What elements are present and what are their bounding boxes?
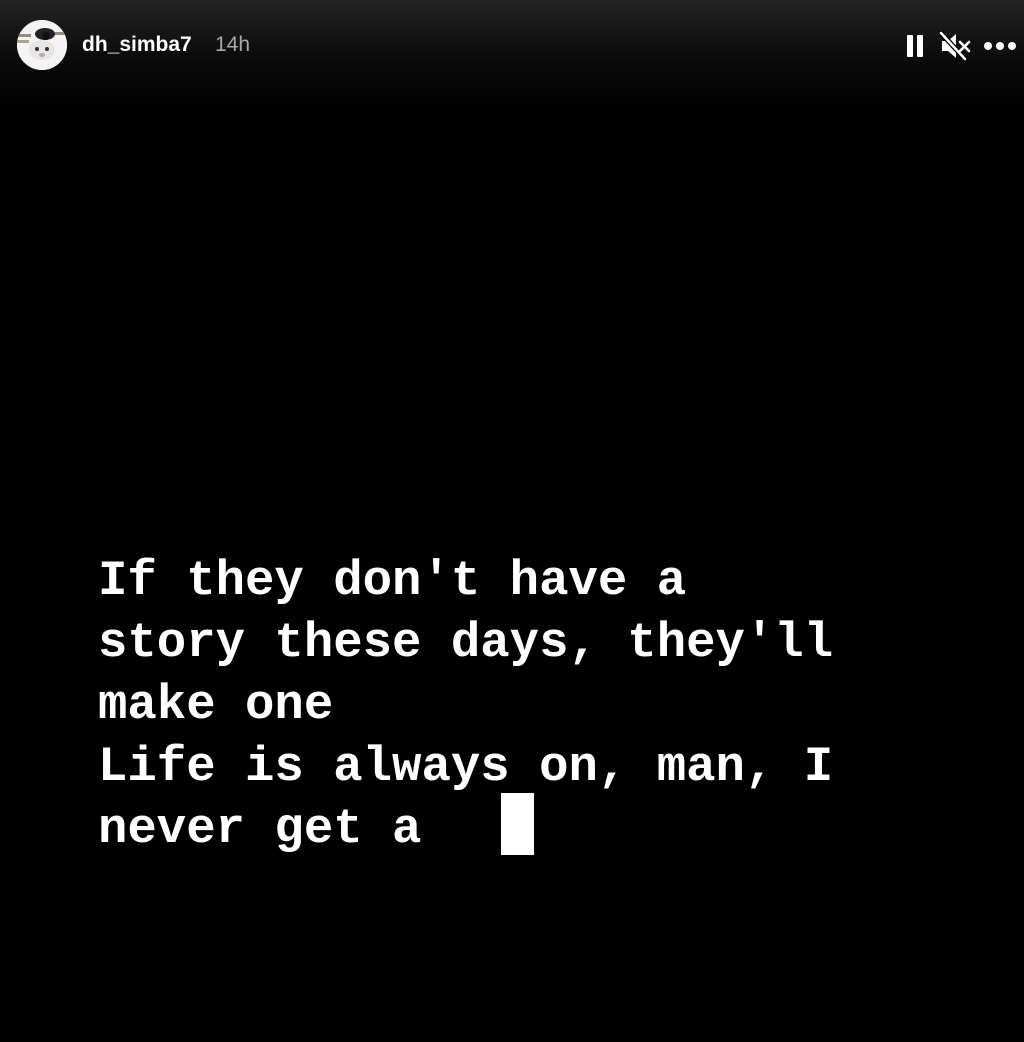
text-cursor-block xyxy=(501,793,534,855)
username[interactable]: dh_simba7 xyxy=(82,30,192,60)
story-line: never get a xyxy=(98,801,422,857)
story-line: If they don't have a xyxy=(98,553,687,609)
mute-button[interactable] xyxy=(936,27,974,65)
speaker-muted-icon xyxy=(939,31,971,61)
more-horizontal-icon xyxy=(984,42,1016,50)
story-line: make one xyxy=(98,677,334,733)
pause-icon xyxy=(907,35,923,57)
story-text: If they don't have a story these days, th… xyxy=(98,550,978,860)
story-viewer[interactable]: dh_simba7 14h If they don't have a story… xyxy=(0,0,1024,1042)
story-line: Life is always on, man, I xyxy=(98,739,834,795)
timestamp: 14h xyxy=(215,33,251,56)
more-options-button[interactable] xyxy=(980,27,1020,65)
avatar-image xyxy=(17,20,67,70)
story-line: story these days, they'll xyxy=(98,615,834,671)
avatar[interactable] xyxy=(17,20,67,70)
pause-button[interactable] xyxy=(900,27,930,65)
story-header: dh_simba7 14h xyxy=(0,0,1024,110)
